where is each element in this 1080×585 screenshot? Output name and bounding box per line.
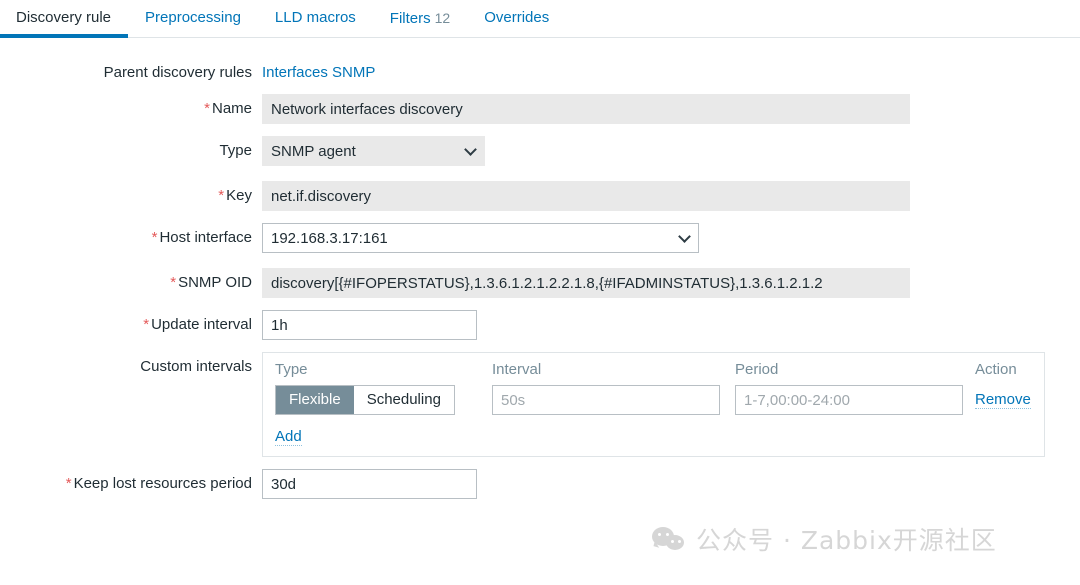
label-text: Key (226, 187, 252, 204)
label-text: Host interface (159, 229, 252, 246)
field-row-snmp-oid: * SNMP OID (0, 268, 1080, 298)
custom-interval-action-cell: Remove (975, 391, 1032, 409)
tab-label: Overrides (484, 9, 550, 26)
field-row-update-interval: * Update interval (0, 310, 1080, 340)
tab-bar: Discovery rule Preprocessing LLD macros … (0, 0, 1080, 38)
label-parent-discovery-rules: Parent discovery rules (0, 58, 262, 82)
field-row-host-interface: * Host interface 192.168.3.17:161 (0, 223, 1080, 256)
field-name (262, 94, 1080, 124)
toggle-option-flexible[interactable]: Flexible (276, 386, 354, 414)
tab-preprocessing[interactable]: Preprocessing (128, 0, 258, 37)
tab-overrides[interactable]: Overrides (467, 0, 566, 37)
field-row-key: * Key (0, 181, 1080, 211)
watermark: 公众号 · Zabbix开源社区 (652, 521, 997, 557)
required-asterisk: * (151, 229, 158, 246)
field-type: SNMP agent (262, 136, 1080, 169)
tab-lld-macros[interactable]: LLD macros (258, 0, 373, 37)
label-host-interface: * Host interface (0, 223, 262, 247)
custom-interval-value-cell (492, 385, 735, 415)
label-text: Parent discovery rules (103, 64, 252, 81)
chevron-down-icon (678, 230, 691, 243)
field-host-interface: 192.168.3.17:161 (262, 223, 1080, 256)
label-update-interval: * Update interval (0, 310, 262, 334)
watermark-text: 公众号 · Zabbix开源社区 (696, 526, 997, 555)
custom-intervals-table: Type Interval Period Action Flexible Sch… (262, 352, 1045, 457)
chevron-down-icon (464, 143, 477, 156)
column-header-type: Type (275, 361, 308, 378)
custom-interval-period-cell (735, 385, 975, 415)
add-interval-link[interactable]: Add (275, 428, 302, 446)
custom-interval-input[interactable] (492, 385, 720, 415)
tab-label: Filters (389, 10, 431, 27)
wechat-icon (652, 525, 686, 553)
required-asterisk: * (204, 100, 210, 117)
label-name: * Name (0, 94, 262, 118)
type-select[interactable]: SNMP agent (262, 136, 485, 166)
field-key (262, 181, 1080, 211)
label-text: SNMP OID (178, 274, 252, 291)
tab-filters-count: 12 (434, 10, 451, 26)
toggle-option-scheduling[interactable]: Scheduling (353, 386, 454, 414)
label-snmp-oid: * SNMP OID (0, 268, 262, 292)
required-asterisk: * (65, 475, 72, 492)
required-asterisk: * (143, 316, 150, 333)
tab-discovery-rule[interactable]: Discovery rule (0, 0, 129, 38)
host-interface-select[interactable]: 192.168.3.17:161 (262, 223, 699, 253)
interval-type-toggle[interactable]: Flexible Scheduling (275, 385, 455, 415)
label-text: Name (211, 100, 252, 117)
tab-label: Discovery rule (16, 9, 112, 26)
custom-intervals-header-row: Type Interval Period Action (275, 361, 1032, 385)
field-keep-lost-resources-period (262, 469, 1080, 499)
required-asterisk: * (170, 274, 177, 291)
label-keep-lost-resources-period: * Keep lost resources period (0, 469, 262, 493)
label-text: Type (219, 142, 252, 159)
field-row-parent-discovery-rules: Parent discovery rules Interfaces SNMP (0, 58, 1080, 82)
key-input[interactable] (262, 181, 910, 211)
column-header-interval: Interval (492, 361, 542, 378)
tab-label: LLD macros (274, 9, 356, 26)
parent-discovery-rule-link[interactable]: Interfaces SNMP (262, 58, 375, 82)
column-header-action: Action (975, 361, 1017, 378)
tab-filters[interactable]: Filters 12 (373, 0, 467, 38)
required-asterisk: * (218, 187, 225, 204)
field-row-custom-intervals: Custom intervals Type Interval Period Ac… (0, 352, 1080, 457)
update-interval-input[interactable] (262, 310, 477, 340)
column-header-period: Period (735, 361, 779, 378)
snmp-oid-input[interactable] (262, 268, 910, 298)
label-text: Update interval (151, 316, 252, 333)
field-custom-intervals: Type Interval Period Action Flexible Sch… (262, 352, 1080, 457)
field-row-keep-lost-resources-period: * Keep lost resources period (0, 469, 1080, 499)
field-row-type: Type SNMP agent (0, 136, 1080, 169)
field-parent-discovery-rules: Interfaces SNMP (262, 58, 1080, 82)
label-text: Keep lost resources period (73, 475, 252, 492)
label-type: Type (0, 136, 262, 160)
field-update-interval (262, 310, 1080, 340)
discovery-rule-form: Parent discovery rules Interfaces SNMP *… (0, 38, 1080, 499)
label-key: * Key (0, 181, 262, 205)
label-custom-intervals: Custom intervals (0, 352, 262, 376)
remove-interval-link[interactable]: Remove (975, 391, 1031, 409)
custom-intervals-add-row: Add (275, 415, 1032, 446)
name-input[interactable] (262, 94, 910, 124)
field-row-name: * Name (0, 94, 1080, 124)
label-text: Custom intervals (140, 358, 252, 375)
custom-interval-period-input[interactable] (735, 385, 963, 415)
tab-label: Preprocessing (145, 9, 241, 26)
host-interface-select-value: 192.168.3.17:161 (271, 230, 388, 247)
field-snmp-oid (262, 268, 1080, 298)
custom-interval-type-cell: Flexible Scheduling (275, 385, 492, 415)
keep-lost-resources-period-input[interactable] (262, 469, 477, 499)
type-select-value: SNMP agent (271, 143, 356, 160)
table-row: Flexible Scheduling Remove (275, 385, 1032, 415)
